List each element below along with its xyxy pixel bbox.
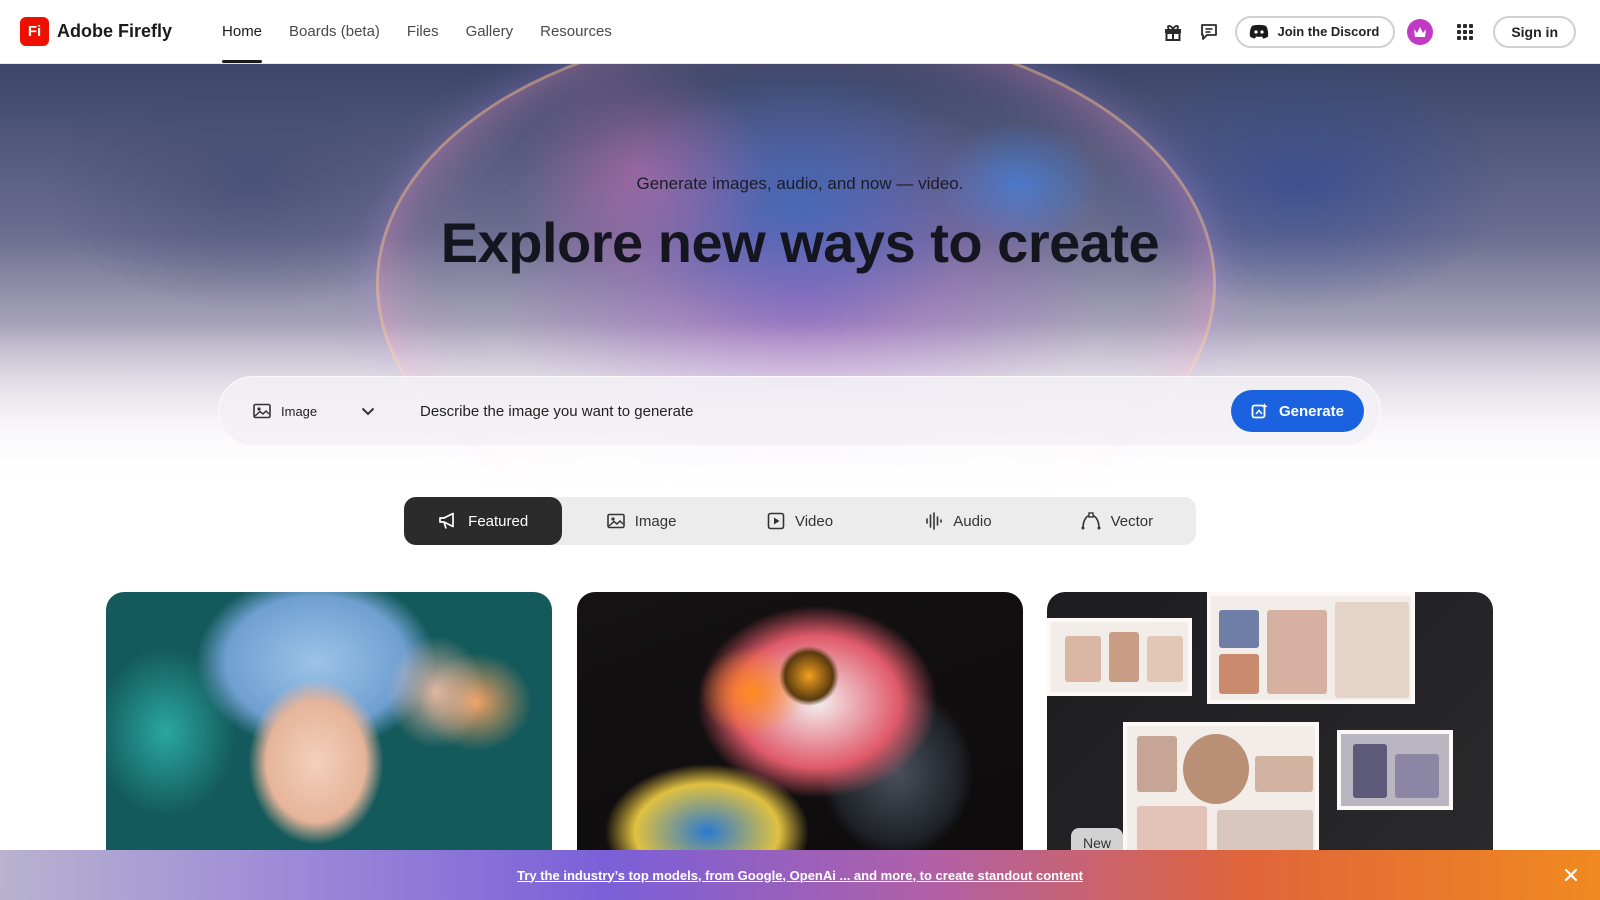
tab-video-label: Video [794, 512, 834, 530]
tab-image-label: Image [634, 512, 677, 530]
firefly-logo[interactable]: Fi [20, 17, 49, 46]
chevron-down-icon [361, 407, 375, 415]
app-grid-icon[interactable] [1451, 18, 1479, 46]
featured-card-moodboard[interactable]: New [1047, 592, 1493, 862]
brand-name[interactable]: Adobe Firefly [57, 21, 172, 42]
promo-banner-link[interactable]: Try the industry’s top models, from Goog… [517, 868, 1083, 883]
tab-vector-label: Vector [1110, 512, 1154, 530]
premium-crown-icon[interactable] [1407, 18, 1434, 45]
featured-card-portrait[interactable] [106, 592, 552, 862]
video-icon [767, 512, 785, 530]
nav-gallery[interactable]: Gallery [466, 0, 514, 64]
image-icon [253, 403, 271, 419]
nav-boards[interactable]: Boards (beta) [289, 0, 380, 64]
generate-sparkle-icon [1251, 403, 1268, 419]
featured-card-parrot[interactable] [577, 592, 1023, 862]
nav-files[interactable]: Files [407, 0, 439, 64]
tab-audio-label: Audio [953, 512, 992, 530]
brand[interactable]: Fi Adobe Firefly [20, 17, 172, 46]
top-nav-bar: Fi Adobe Firefly Home Boards (beta) File… [0, 0, 1600, 64]
prompt-input[interactable] [420, 402, 1200, 420]
vector-pen-icon [1081, 512, 1101, 530]
chat-bubble-icon[interactable] [1195, 18, 1223, 46]
tab-image[interactable]: Image [562, 497, 720, 545]
megaphone-icon [439, 512, 455, 529]
moodboard-tile [1123, 722, 1319, 862]
close-icon[interactable] [1562, 866, 1580, 884]
hero-subtitle: Generate images, audio, and now — video. [636, 174, 964, 193]
generation-type-dropdown[interactable]: Image [253, 403, 375, 419]
tab-featured[interactable]: Featured [404, 497, 563, 545]
nav-home[interactable]: Home [222, 0, 263, 64]
join-discord-button[interactable]: Join the Discord [1235, 15, 1396, 48]
tab-vector[interactable]: Vector [1038, 497, 1196, 545]
gift-icon[interactable] [1159, 18, 1187, 46]
image-icon [606, 513, 625, 529]
sign-in-button[interactable]: Sign in [1493, 15, 1576, 48]
generation-type-label: Image [281, 403, 318, 419]
main-nav: Home Boards (beta) Files Gallery Resourc… [222, 0, 639, 64]
category-tabs: Featured Image Video Audio Vector [404, 497, 1196, 545]
audio-waveform-icon [926, 512, 943, 530]
promo-banner: Try the industry’s top models, from Goog… [0, 850, 1600, 900]
hero-section: Generate images, audio, and now — video.… [0, 64, 1600, 494]
moodboard-tile [1337, 730, 1453, 810]
discord-icon [1250, 24, 1269, 39]
header-actions: Join the Discord Sign in [1151, 15, 1576, 48]
tab-video[interactable]: Video [721, 497, 879, 545]
hero-title: Explore new ways to create [440, 211, 1160, 274]
moodboard-tile [1047, 618, 1192, 696]
tab-audio[interactable]: Audio [879, 497, 1037, 545]
moodboard-tile [1207, 592, 1415, 704]
prompt-bar: Image Generate [218, 376, 1381, 446]
nav-resources[interactable]: Resources [540, 0, 612, 64]
generate-label: Generate [1278, 402, 1344, 420]
join-discord-label: Join the Discord [1277, 24, 1380, 39]
tab-featured-label: Featured [468, 512, 529, 530]
generate-button[interactable]: Generate [1230, 390, 1364, 432]
